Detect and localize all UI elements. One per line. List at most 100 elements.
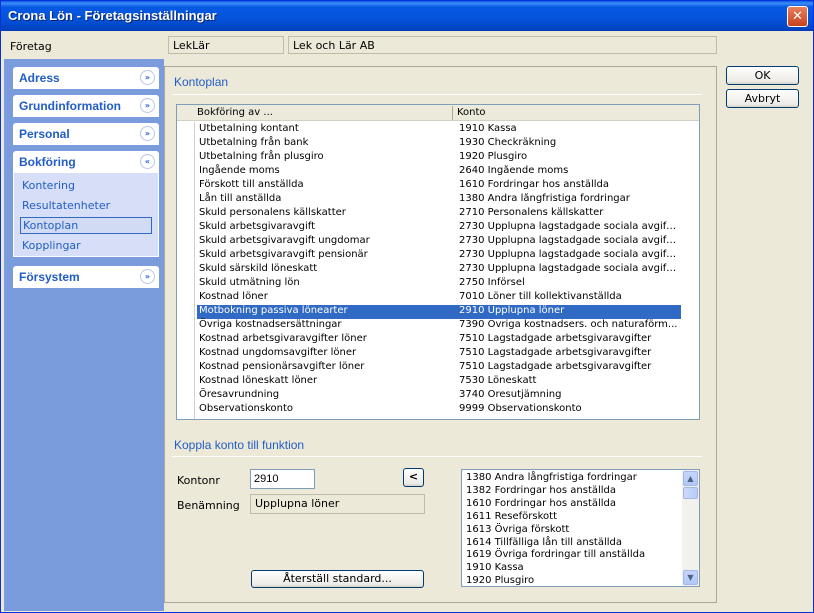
bokforing-items: Kontering Resultatenheter Kontoplan Kopp… [13,173,159,257]
reset-default-button[interactable]: Återställ standard... [251,570,424,588]
company-name-field: Lek och Lär AB [288,36,717,54]
kontoplan-grid[interactable]: Bokföring av ... Konto Utbetalning konta… [176,104,700,420]
list-item[interactable]: 1611 Reseförskott [466,511,557,522]
cell-bokforing: Skuld arbetsgivaravgift pensionär [199,249,368,260]
arrow-left-icon: < [408,470,419,483]
table-row[interactable]: Skuld arbetsgivaravgift ungdomar 2730 Upp… [197,235,681,249]
list-item[interactable]: 1382 Fordringar hos anställda [466,485,616,496]
chevron-up-icon[interactable]: « [140,154,155,169]
cell-konto: 2730 Upplupna lagstadgade sociala avgift… [459,249,679,260]
table-row[interactable]: Skuld arbetsgivaravgift 2730 Upplupna lag… [197,221,681,235]
chevron-down-icon[interactable]: » [140,70,155,85]
cell-bokforing: Skuld arbetsgivaravgift [199,221,316,232]
scroll-thumb[interactable] [683,487,698,499]
ok-button[interactable]: OK [726,66,799,85]
group-title: Grundinformation [19,99,121,113]
cell-konto: 7390 Övriga kostnadsers. och naturaförm.… [459,319,678,330]
title-bar[interactable]: Crona Lön - Företagsinställningar ✕ [1,1,813,31]
table-row[interactable]: Lån till anställda 1380 Andra långfristig… [197,193,681,207]
table-row[interactable]: Skuld särskild löneskatt 2730 Upplupna la… [197,263,681,277]
table-row[interactable]: Skuld personalens källskatter 2710 Person… [197,207,681,221]
cell-bokforing: Kostnad arbetsgivaravgifter löner [199,333,367,344]
table-row[interactable]: Kostnad arbetsgivaravgifter löner 7510 La… [197,333,681,347]
cancel-button[interactable]: Avbryt [726,89,799,108]
cell-konto: 2730 Upplupna lagstadgade sociala avgift… [459,263,679,274]
table-row[interactable]: Kostnad ungdomsavgifter löner 7510 Lagsta… [197,347,681,361]
table-row[interactable]: Övriga kostnadsersättningar 7390 Övriga k… [197,319,681,333]
sidebar-item-resultatenheter[interactable]: Resultatenheter [20,198,112,213]
group-title: Försystem [19,270,80,284]
cell-bokforing: Skuld särskild löneskatt [199,263,318,274]
table-row[interactable]: Förskott till anställda 1610 Fordringar h… [197,179,681,193]
window-title: Crona Lön - Företagsinställningar [8,8,217,23]
sidebar-item-kopplingar[interactable]: Kopplingar [20,238,83,253]
sidebar-item-kontering[interactable]: Kontering [20,178,77,193]
cell-bokforing: Öresavrundning [199,389,280,400]
close-button[interactable]: ✕ [787,6,808,27]
chevron-down-icon[interactable]: » [140,98,155,113]
company-code-field: LekLär [168,36,284,54]
cell-bokforing: Kostnad pensionärsavgifter löner [199,361,365,372]
divider [172,94,702,95]
kontonr-input[interactable] [250,469,315,489]
group-bokforing[interactable]: Bokföring « [13,151,159,173]
list-item[interactable]: 1920 Plusgiro [466,575,534,586]
cell-konto: 1610 Fordringar hos anställda [459,179,610,190]
cell-bokforing: Kostnad löner [199,291,268,302]
cell-bokforing: Utbetalning från bank [199,137,309,148]
cell-konto: 9999 Observationskonto [459,403,582,414]
column-header-bokforing[interactable]: Bokföring av ... [197,107,273,118]
table-row[interactable]: Skuld utmätning lön 2750 Införsel [197,277,681,291]
cell-bokforing: Skuld personalens källskatter [199,207,346,218]
table-row[interactable]: Utbetalning från bank 1930 Checkräkning [197,137,681,151]
group-title: Bokföring [19,155,76,169]
list-item[interactable]: 1380 Andra långfristiga fordringar [466,472,637,483]
list-item[interactable]: 1614 Tillfälliga lån till anställda [466,537,622,548]
company-label: Företag [10,40,52,53]
cell-bokforing: Skuld utmätning lön [199,277,300,288]
row-header-column [177,122,195,419]
table-row[interactable]: Utbetalning från plusgiro 1920 Plusgiro [197,151,681,165]
table-row[interactable]: Utbetalning kontant 1910 Kassa [197,123,681,137]
list-item[interactable]: 1613 Övriga förskott [466,524,569,535]
table-row[interactable]: Skuld arbetsgivaravgift pensionär 2730 Up… [197,249,681,263]
cell-konto: 1930 Checkräkning [459,137,557,148]
table-row[interactable]: Kostnad pensionärsavgifter löner 7510 Lag… [197,361,681,375]
group-forsystem[interactable]: Försystem » [13,266,159,288]
list-item[interactable]: 1910 Kassa [466,562,524,573]
cell-konto: 2750 Införsel [459,277,525,288]
list-item[interactable]: 1610 Fordringar hos anställda [466,498,616,509]
table-row[interactable]: Observationskonto 9999 Observationskonto [197,403,681,417]
cell-konto: 2640 Ingående moms [459,165,569,176]
cell-konto: 2730 Upplupna lagstadgade sociala avgift… [459,221,679,232]
scrollbar[interactable]: ▲ ▼ [682,470,699,586]
chevron-down-icon[interactable]: » [140,269,155,284]
scroll-down-icon[interactable]: ▼ [683,570,698,585]
cell-bokforing: Kostnad ungdomsavgifter löner [199,347,357,358]
grid-header: Bokföring av ... Konto [177,105,699,121]
list-item[interactable]: 1619 Övriga fordringar till anställda [466,549,645,560]
table-row[interactable]: Ingående moms 2640 Ingående moms [197,165,681,179]
cell-konto: 7510 Lagstadgade arbetsgivaravgifter [459,333,652,344]
table-row[interactable]: Öresavrundning 3740 Öresutjämning [197,389,681,403]
cell-bokforing: Skuld arbetsgivaravgift ungdomar [199,235,370,246]
assign-account-button[interactable]: < [403,468,424,487]
sidebar-item-kontoplan[interactable]: Kontoplan [20,217,152,234]
cell-konto: 2910 Upplupna löner [459,305,565,316]
group-grundinformation[interactable]: Grundinformation » [13,95,159,117]
group-personal[interactable]: Personal » [13,123,159,145]
group-title: Personal [19,127,70,141]
sidebar: Adress » Grundinformation » Personal » B… [4,59,164,611]
cell-bokforing: Motbokning passiva lönearter [199,305,348,316]
cell-bokforing: Övriga kostnadsersättningar [199,319,342,330]
table-row[interactable]: Kostnad löneskatt löner 7530 Löneskatt [197,375,681,389]
table-row[interactable]: Kostnad löner 7010 Löner till kollektivan… [197,291,681,305]
group-adress[interactable]: Adress » [13,67,159,89]
cell-konto: 2730 Upplupna lagstadgade sociala avgift… [459,235,679,246]
chevron-down-icon[interactable]: » [140,126,155,141]
table-row[interactable]: Motbokning passiva lönearter 2910 Upplupn… [197,305,681,319]
account-list[interactable]: 1380 Andra långfristiga fordringar 1382 F… [461,469,700,587]
column-header-konto[interactable]: Konto [457,107,486,118]
cell-bokforing: Utbetalning kontant [199,123,299,134]
scroll-up-icon[interactable]: ▲ [683,471,698,486]
